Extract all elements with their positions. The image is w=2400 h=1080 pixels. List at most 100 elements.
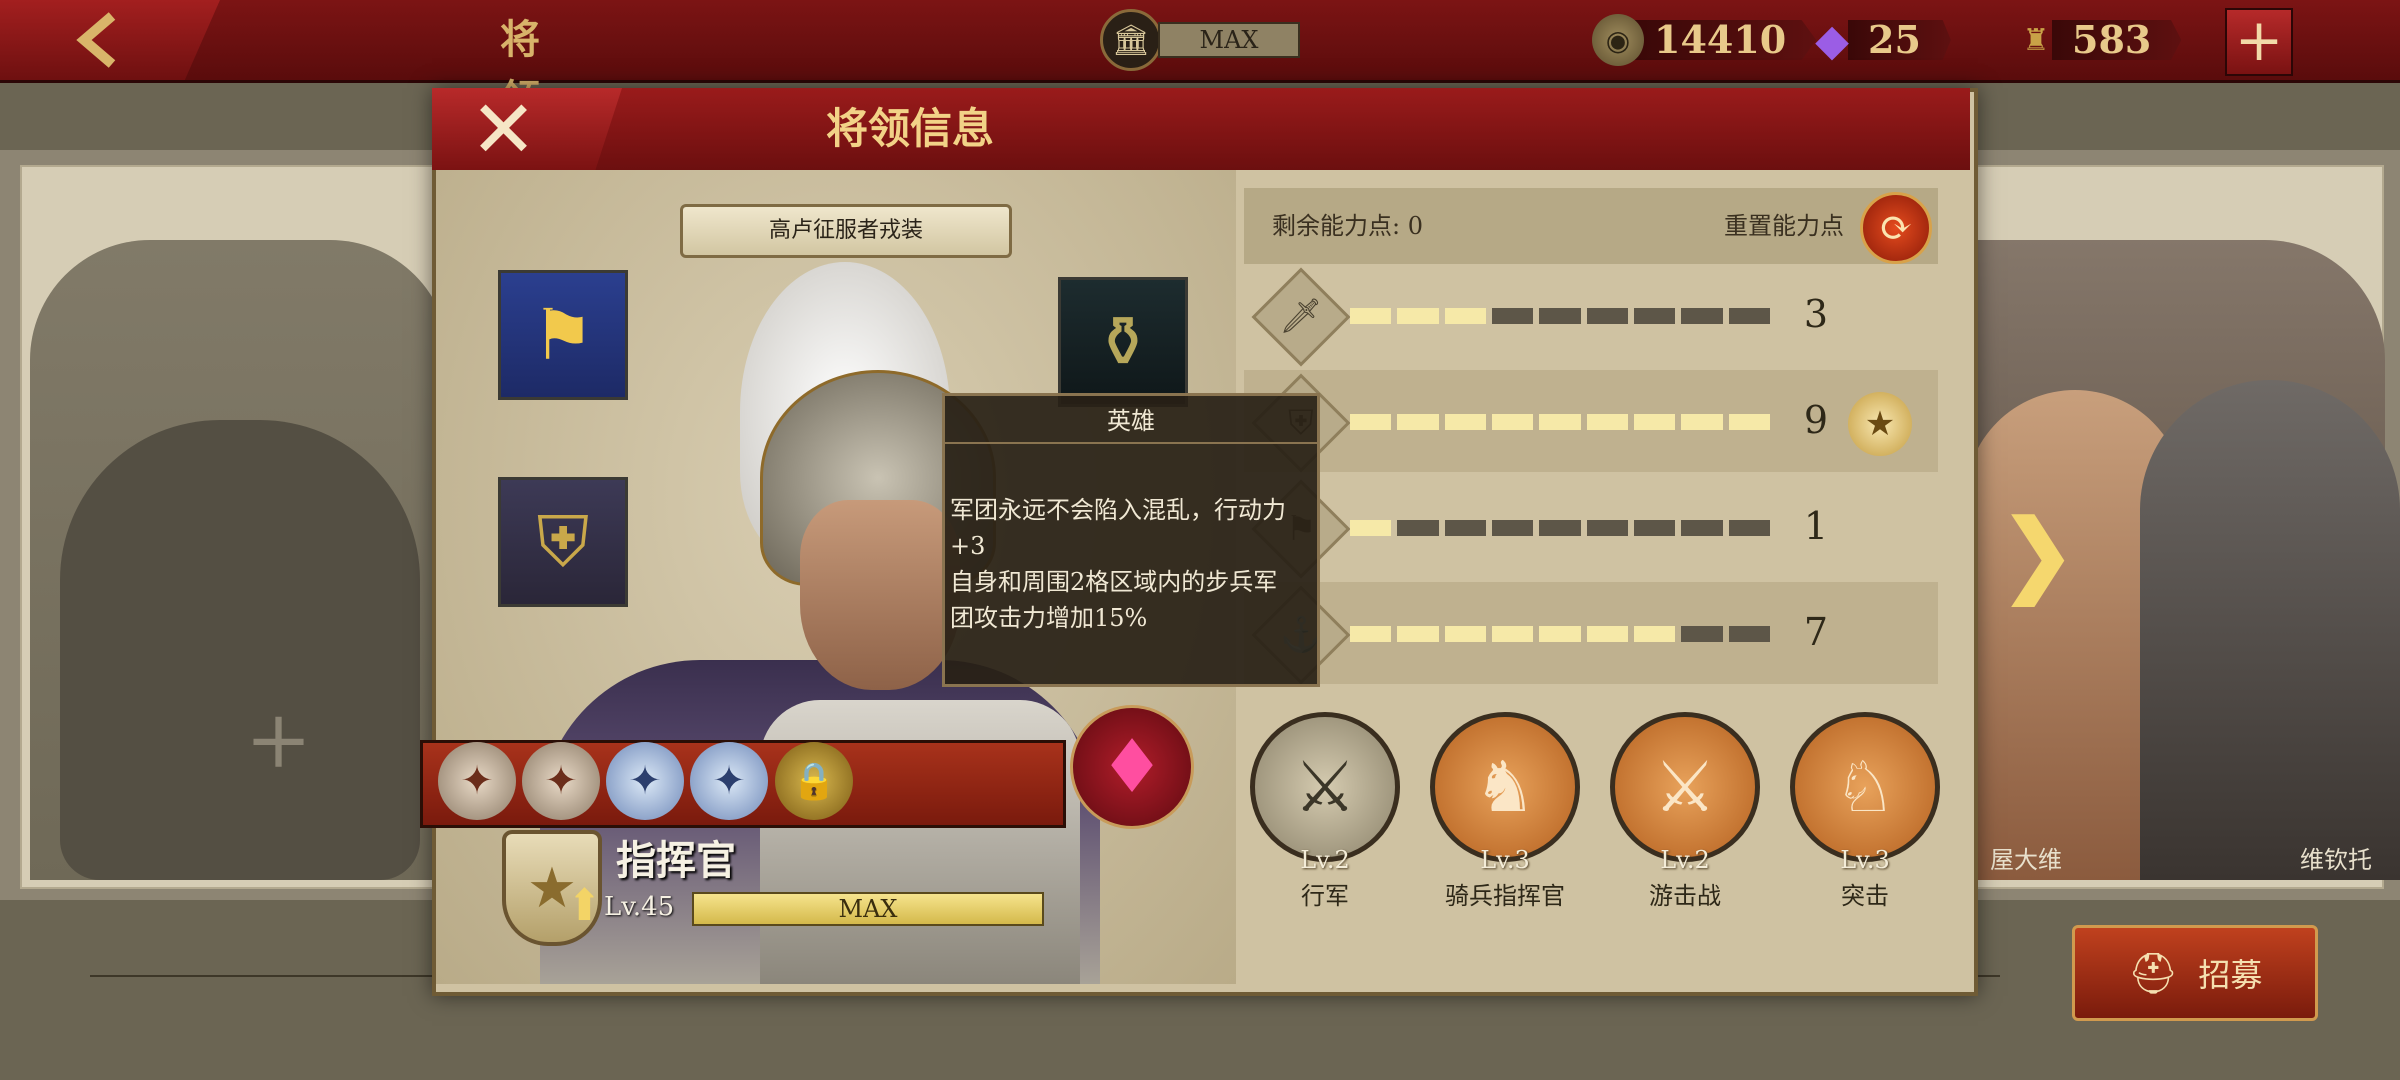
building-level-label: MAX	[1158, 22, 1300, 58]
rank-medal-1[interactable]: ✦	[438, 742, 516, 820]
stat-segment	[1397, 626, 1439, 642]
stat-segment	[1444, 520, 1486, 536]
rank-medal-2[interactable]: ✦	[522, 742, 600, 820]
stat-segment	[1728, 626, 1770, 642]
stat-segment	[1491, 520, 1534, 536]
spqr-eagle-icon: ♜	[2022, 22, 2050, 58]
side-hero-portrait-b[interactable]	[2140, 380, 2400, 880]
tooltip-text: 军团永远不会陷入混乱，行动力 +3 自身和周围2格区域内的步兵军 团攻击力增加1…	[950, 496, 1286, 632]
skill-level: Lv.3	[1840, 846, 1890, 874]
spqr-count: 583	[2052, 20, 2182, 60]
stat-progress-bar	[1350, 414, 1770, 430]
stat-segment	[1350, 414, 1392, 430]
stat-value: 7	[1803, 610, 1829, 654]
eagle-medal-icon: ✦	[628, 758, 662, 804]
hero-silhouette	[60, 420, 420, 880]
stat-segment	[1681, 520, 1723, 536]
stat-segment	[1586, 626, 1628, 642]
upgrade-arrow-icon: ⬆	[566, 880, 603, 931]
reset-points-button[interactable]: ⟳	[1860, 192, 1932, 264]
close-button[interactable]: ✕	[432, 88, 622, 170]
skill-emblem-icon: ♘	[1833, 746, 1897, 828]
treasure-equipment-slot[interactable]: ⚱	[1058, 277, 1188, 407]
armor-icon: ⛨	[536, 500, 590, 583]
commander-title: 指挥官	[616, 837, 736, 884]
stat-segment	[1633, 414, 1676, 430]
gem-icon: ◆	[1815, 14, 1849, 66]
stat-segment	[1586, 308, 1628, 324]
skill-name: 突击	[1841, 882, 1889, 910]
locked-medal-slot[interactable]: 🔒	[775, 742, 853, 820]
remaining-points-label: 剩余能力点: 0	[1272, 212, 1423, 240]
gem-resource[interactable]: ◆ 25	[1806, 14, 1951, 66]
stat-progress-bar	[1350, 308, 1770, 324]
stat-segment	[1728, 414, 1770, 430]
stat-segment	[1633, 626, 1676, 642]
urn-icon: ⚱	[1093, 301, 1153, 383]
gem-count: 25	[1848, 20, 1951, 60]
dialog-title: 将领信息	[825, 104, 994, 153]
stat-segment	[1350, 308, 1392, 324]
stat-segment	[1539, 414, 1581, 430]
skill-button[interactable]: ♘	[1790, 712, 1940, 862]
skill-name: 骑兵指挥官	[1445, 882, 1565, 910]
eagle-medal-icon: ✦	[544, 758, 578, 804]
stat-segment	[1350, 520, 1392, 536]
skill-button[interactable]: ⚔	[1250, 712, 1400, 862]
crystal-icon: ♦	[1098, 724, 1166, 810]
stat-segment	[1728, 308, 1770, 324]
back-button[interactable]	[0, 0, 220, 80]
add-hero-icon[interactable]: +	[245, 700, 312, 780]
laurel-star-icon[interactable]: ★	[1848, 392, 1912, 456]
skill-level: Lv.3	[1480, 846, 1530, 874]
add-resource-button[interactable]: +	[2225, 8, 2293, 76]
stat-value: 3	[1803, 292, 1829, 336]
skill-emblem-icon: ♞	[1473, 746, 1537, 828]
outfit-button[interactable]: 高卢征服者戎装	[680, 204, 1012, 258]
next-hero-arrow-icon[interactable]: ❯	[2000, 500, 2075, 606]
armor-equipment-slot[interactable]: ⛨	[498, 477, 628, 607]
recruit-button[interactable]: ⛑ 招募	[2072, 925, 2318, 1021]
side-hero-name-a: 屋大维	[1990, 846, 2062, 874]
tooltip-title: 英雄	[942, 400, 1320, 444]
stat-segment	[1539, 308, 1581, 324]
building-level-badge[interactable]: 🏛 MAX	[1100, 9, 1300, 71]
eagle-medal-icon: ✦	[712, 758, 746, 804]
temple-icon: 🏛	[1100, 9, 1162, 71]
stat-segment	[1397, 520, 1439, 536]
stat-segment	[1539, 626, 1581, 642]
skill-emblem-icon: ⚔	[1653, 746, 1717, 828]
reset-points-label: 重置能力点	[1724, 212, 1844, 240]
recruit-label: 招募	[2198, 956, 2263, 994]
stat-segment	[1444, 308, 1486, 324]
coin-icon: ◉	[1592, 14, 1644, 66]
stat-segment	[1728, 520, 1770, 536]
skill-level: Lv.2	[1660, 846, 1710, 874]
lock-icon: 🔒	[791, 761, 837, 802]
rank-medal-3[interactable]: ✦	[606, 742, 684, 820]
rank-medal-4[interactable]: ✦	[690, 742, 768, 820]
dialog-header	[432, 88, 1970, 170]
stat-segment	[1539, 520, 1581, 536]
commander-level: Lv.45	[604, 892, 675, 922]
banner-icon: ⚑	[531, 294, 595, 376]
coin-resource[interactable]: ◉ 14410	[1592, 14, 1817, 66]
stat-segment	[1681, 414, 1723, 430]
skill-level: Lv.2	[1300, 846, 1350, 874]
spqr-resource[interactable]: ♜ 583	[2010, 14, 2182, 66]
page-title: 将 领	[500, 16, 550, 123]
skill-emblem-icon: ⚔	[1293, 746, 1357, 828]
stat-segment	[1444, 414, 1486, 430]
skill-button[interactable]: ⚔	[1610, 712, 1760, 862]
stat-segment	[1350, 626, 1392, 642]
side-hero-name-b: 维钦托	[2300, 846, 2372, 874]
banner-equipment-slot[interactable]: ⚑	[498, 270, 628, 400]
skill-button[interactable]: ♞	[1430, 712, 1580, 862]
stat-segment	[1633, 308, 1676, 324]
eagle-medal-icon: ✦	[460, 758, 494, 804]
stat-progress-bar	[1350, 520, 1770, 536]
stat-segment	[1586, 414, 1628, 430]
stat-segment	[1681, 308, 1723, 324]
hero-portrait[interactable]	[800, 500, 960, 690]
gem-slot[interactable]: ♦	[1070, 705, 1194, 829]
